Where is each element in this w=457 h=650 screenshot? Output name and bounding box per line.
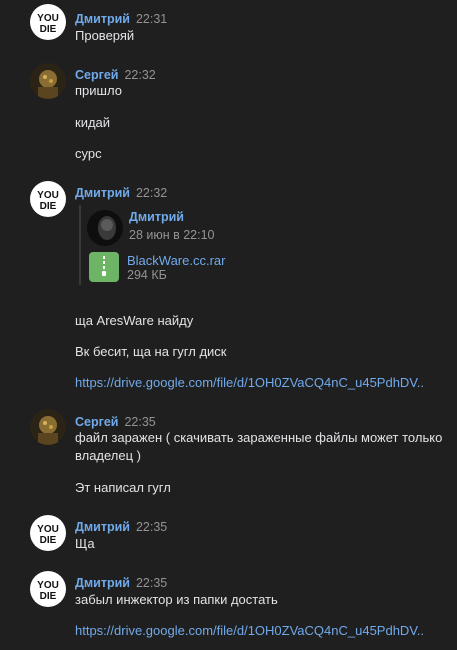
message-time[interactable]: 22:35 [136,520,167,534]
you-die-logo-icon: YOU DIE [37,524,59,546]
message-time[interactable]: 22:32 [136,186,167,200]
author-name[interactable]: Дмитрий [75,186,130,200]
avatar[interactable]: YOU DIE [30,571,66,607]
author-name[interactable]: Дмитрий [75,12,130,26]
forwarded-date[interactable]: 28 июн в 22:10 [129,228,215,242]
svg-text:YOU: YOU [37,524,59,535]
author-name[interactable]: Сергей [75,68,118,82]
message-time[interactable]: 22:35 [124,415,155,429]
dark-photo-avatar-icon [87,210,123,246]
message-link[interactable]: https://drive.google.com/file/d/1OH0ZVaC… [75,623,424,638]
message-text: кидай [75,115,111,130]
message-time[interactable]: 22:32 [124,68,155,82]
author-name[interactable]: Дмитрий [75,576,130,590]
photo-avatar-icon [30,63,66,99]
message-text: забыл инжектор из папки достать [75,592,278,607]
svg-text:YOU: YOU [37,580,59,591]
document-size: 294 КБ [127,268,167,282]
message-time[interactable]: 22:31 [136,12,167,26]
message-text: пришло [75,83,122,98]
message-link[interactable]: https://drive.google.com/file/d/1OH0ZVaC… [75,375,424,390]
message-time[interactable]: 22:35 [136,576,167,590]
message-text: Вк бесит, ща на гугл диск [75,344,227,359]
author-name[interactable]: Сергей [75,415,118,429]
avatar[interactable] [30,409,66,445]
archive-icon[interactable] [89,252,119,282]
svg-text:DIE: DIE [40,201,57,212]
you-die-logo-icon: YOU DIE [37,190,59,212]
you-die-logo-icon: YOU DIE [37,580,59,602]
author-name[interactable]: Дмитрий [75,520,130,534]
svg-text:DIE: DIE [40,24,57,35]
photo-avatar-icon [30,409,66,445]
message-text: сурс [75,146,102,161]
avatar[interactable]: YOU DIE [30,515,66,551]
you-die-logo-icon: YOU DIE [37,13,59,35]
svg-text:DIE: DIE [40,591,57,602]
message-text: ща AresWare найду [75,313,194,328]
forwarded-avatar[interactable] [87,210,123,246]
message-text: Эт написал гугл [75,480,171,495]
zip-archive-icon [102,256,106,276]
message-text: Проверяй [75,28,135,43]
forwarded-author[interactable]: Дмитрий [129,210,184,224]
message-text: файл заражен ( скачивать зараженные файл… [75,430,443,463]
svg-text:YOU: YOU [37,190,59,201]
svg-text:YOU: YOU [37,13,59,24]
avatar[interactable]: YOU DIE [30,181,66,217]
document-name[interactable]: BlackWare.cc.rar [127,253,225,268]
avatar[interactable] [30,63,66,99]
avatar[interactable]: YOU DIE [30,4,66,40]
message-feed: YOU DIE Дмитрий 22:31 Проверяй Сергей 22:3… [0,0,457,650]
message-text: Ща [75,536,95,551]
svg-text:DIE: DIE [40,535,57,546]
forwarded-message[interactable]: Дмитрий 28 июн в 22:10 BlackWare.cc.rar … [79,205,281,285]
